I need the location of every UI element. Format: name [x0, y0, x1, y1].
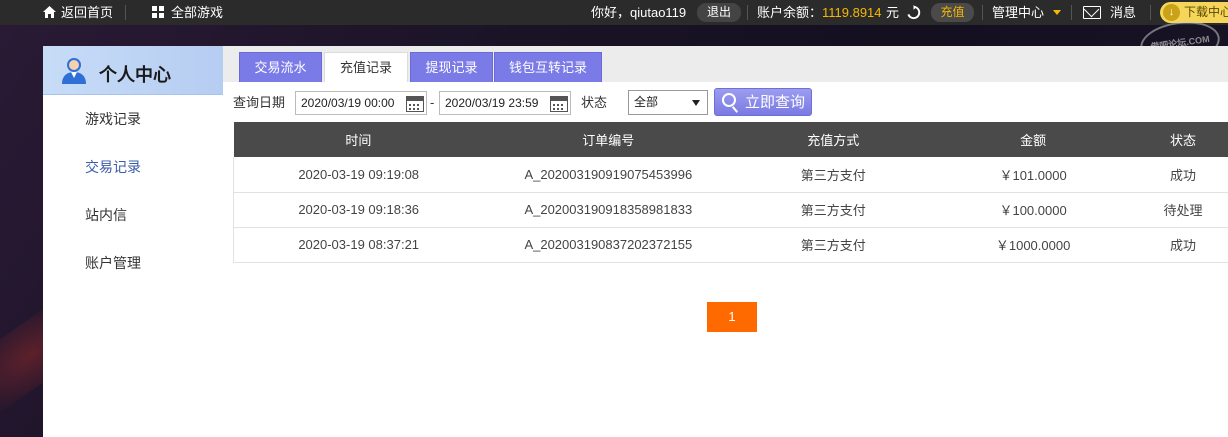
table-row: 2020-03-19 09:18:36 A_202003190918358981…	[233, 192, 1228, 228]
status-select[interactable]: 全部	[628, 90, 708, 115]
end-date-value: 2020/03/19 23:59	[445, 96, 539, 110]
recharge-records-table: 时间 订单编号 充值方式 金额 状态 2020-03-19 09:19:08 A…	[233, 122, 1228, 263]
user-greeting: 你好，qiutao119	[591, 5, 687, 20]
chevron-down-icon	[692, 100, 700, 106]
status-label: 状态	[581, 95, 608, 110]
divider	[747, 5, 748, 20]
user-icon	[62, 58, 86, 84]
column-header-order-number: 订单编号	[483, 122, 734, 157]
start-date-value: 2020/03/19 00:00	[301, 96, 395, 110]
download-label: 下载中心	[1184, 5, 1228, 19]
calendar-icon[interactable]	[406, 96, 424, 112]
column-header-status: 状态	[1133, 122, 1228, 157]
sidebar-header: 个人中心	[43, 46, 223, 95]
divider	[1150, 5, 1151, 20]
query-button-label: 立即查询	[745, 94, 806, 111]
balance-label: 账户余额：	[757, 5, 823, 20]
home-link[interactable]: 返回首页	[61, 0, 113, 25]
table-row: 2020-03-19 09:19:08 A_202003190919075453…	[233, 157, 1228, 193]
logout-button[interactable]: 退出	[697, 3, 741, 22]
calendar-icon[interactable]	[550, 96, 568, 112]
cell-amount: ￥100.0000	[933, 192, 1134, 228]
cell-status: 成功	[1133, 157, 1228, 193]
cell-order-number: A_202003190837202372155	[483, 227, 734, 263]
divider	[982, 5, 983, 20]
column-header-time: 时间	[233, 122, 484, 157]
column-header-amount: 金额	[933, 122, 1134, 157]
query-button[interactable]: 立即查询	[714, 88, 812, 116]
currency-label: 元	[886, 5, 900, 20]
tab-recharge-records[interactable]: 充值记录	[324, 52, 408, 82]
start-date-field[interactable]: 2020/03/19 00:00	[295, 91, 427, 115]
sidebar-item-game-records[interactable]: 游戏记录	[43, 95, 223, 143]
table-row: 2020-03-19 08:37:21 A_202003190837202372…	[233, 227, 1228, 263]
tab-wallet-transfer-records[interactable]: 钱包互转记录	[494, 52, 602, 82]
cell-status: 待处理	[1133, 192, 1228, 228]
divider	[125, 5, 126, 20]
cell-status: 成功	[1133, 227, 1228, 263]
messages-link[interactable]: 消息	[1110, 0, 1136, 25]
download-center-button[interactable]: ↓ 下载中心	[1160, 2, 1228, 23]
cell-time: 2020-03-19 08:37:21	[233, 227, 484, 263]
cell-time: 2020-03-19 09:18:36	[233, 192, 484, 228]
cell-recharge-method: 第三方支付	[733, 227, 934, 263]
mail-icon[interactable]	[1083, 6, 1101, 19]
column-header-recharge-method: 充值方式	[733, 122, 934, 157]
sidebar: 个人中心 游戏记录 交易记录 站内信 账户管理	[43, 46, 223, 437]
tab-bar: 交易流水 充值记录 提现记录 钱包互转记录	[223, 46, 1228, 82]
end-date-field[interactable]: 2020/03/19 23:59	[439, 91, 571, 115]
cell-time: 2020-03-19 09:19:08	[233, 157, 484, 193]
cell-amount: ￥1000.0000	[933, 227, 1134, 263]
all-games-link[interactable]: 全部游戏	[171, 0, 223, 25]
download-icon: ↓	[1163, 4, 1180, 21]
sidebar-item-account-management[interactable]: 账户管理	[43, 239, 223, 287]
pagination-page-button[interactable]: 1	[707, 302, 757, 332]
sidebar-title: 个人中心	[99, 65, 171, 85]
date-label: 查询日期	[233, 95, 286, 110]
manage-center-menu[interactable]: 管理中心	[992, 0, 1044, 25]
date-separator: -	[430, 95, 435, 110]
recharge-button[interactable]: 充值	[931, 3, 974, 22]
cell-amount: ￥101.0000	[933, 157, 1134, 193]
top-bar: 返回首页 全部游戏 你好，qiutao119 退出 账户余额： 1119.891…	[0, 0, 1228, 25]
sidebar-item-inbox[interactable]: 站内信	[43, 191, 223, 239]
cell-recharge-method: 第三方支付	[733, 157, 934, 193]
tab-transaction-flow[interactable]: 交易流水	[239, 52, 322, 82]
home-icon[interactable]	[43, 6, 56, 18]
grid-icon[interactable]	[152, 6, 164, 18]
sidebar-item-transaction-records[interactable]: 交易记录	[43, 143, 223, 191]
search-icon	[722, 93, 736, 107]
cell-recharge-method: 第三方支付	[733, 192, 934, 228]
chevron-down-icon[interactable]	[1053, 10, 1061, 15]
balance-value: 1119.8914	[822, 5, 882, 20]
status-select-value: 全部	[634, 95, 659, 109]
table-header-row: 时间 订单编号 充值方式 金额 状态	[233, 122, 1228, 157]
tab-withdraw-records[interactable]: 提现记录	[410, 52, 493, 82]
cell-order-number: A_202003190918358981833	[483, 192, 734, 228]
cell-order-number: A_202003190919075453996	[483, 157, 734, 193]
divider	[1071, 5, 1072, 20]
main-content: 交易流水 充值记录 提现记录 钱包互转记录 查询日期 2020/03/19 00…	[223, 46, 1228, 437]
refresh-icon[interactable]	[906, 5, 921, 20]
